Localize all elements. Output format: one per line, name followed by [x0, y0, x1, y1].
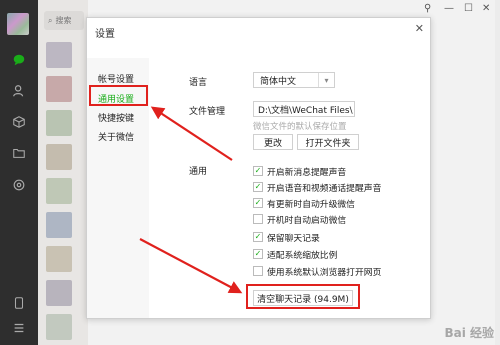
watermark: Bai 经验 — [444, 326, 494, 340]
chat-item[interactable] — [46, 280, 72, 306]
option-auto-update[interactable]: ✓ 有更新时自动升级微信 — [253, 197, 355, 210]
option-launch-at-startup[interactable]: 开机时自动启动微信 — [253, 213, 346, 226]
option-call-sound[interactable]: ✓ 开启语音和视频通话提醒声音 — [253, 181, 381, 194]
chat-item[interactable] — [46, 178, 72, 204]
pin-icon[interactable]: ⚲ — [424, 3, 431, 14]
checkbox-unchecked-icon[interactable] — [253, 214, 263, 224]
favorites-cube-icon[interactable] — [11, 114, 27, 130]
chat-item[interactable] — [46, 246, 72, 272]
general-label: 通用 — [189, 167, 208, 177]
language-value: 简体中文 — [260, 76, 297, 87]
highlight-clear-history — [246, 284, 360, 309]
option-new-message-sound[interactable]: ✓ 开启新消息提醒声音 — [253, 165, 346, 178]
nav-shortcut-keys[interactable]: 快捷按键 — [98, 111, 134, 124]
minimize-button[interactable]: — — [444, 3, 454, 14]
sidebar-rail — [0, 0, 38, 345]
checkbox-checked-icon[interactable]: ✓ — [253, 198, 263, 208]
search-icon: ⌕ — [48, 15, 53, 25]
dialog-title: 设置 — [95, 29, 115, 40]
chat-item[interactable] — [46, 212, 72, 238]
language-label: 语言 — [189, 78, 208, 88]
checkbox-unchecked-icon[interactable] — [253, 266, 263, 276]
chat-item[interactable] — [46, 144, 72, 170]
chat-icon[interactable] — [11, 52, 27, 68]
chat-item[interactable] — [46, 314, 72, 340]
change-button[interactable]: 更改 — [253, 134, 293, 150]
search-input[interactable]: ⌕ 搜索 — [44, 11, 84, 30]
chevron-down-icon: ▾ — [318, 73, 334, 87]
file-path-field: D:\文档\WeChat Files\ — [253, 101, 355, 117]
window-scrollbar[interactable] — [495, 0, 500, 345]
language-select[interactable]: 简体中文 ▾ — [253, 72, 335, 88]
moments-icon[interactable] — [11, 177, 27, 193]
option-keep-chat-history[interactable]: ✓ 保留聊天记录 — [253, 231, 320, 244]
nav-account-settings[interactable]: 帐号设置 — [98, 72, 134, 85]
option-default-browser[interactable]: 使用系统默认浏览器打开网页 — [253, 265, 381, 278]
file-path-hint: 微信文件的默认保存位置 — [253, 122, 347, 132]
chat-item[interactable] — [46, 42, 72, 68]
chat-item[interactable] — [46, 76, 72, 102]
file-management-label: 文件管理 — [189, 107, 226, 117]
option-system-scaling[interactable]: ✓ 适配系统缩放比例 — [253, 248, 337, 261]
window-close-button[interactable]: ✕ — [482, 3, 490, 14]
chat-item[interactable] — [46, 110, 72, 136]
contacts-icon[interactable] — [11, 83, 27, 99]
avatar[interactable] — [7, 13, 29, 35]
checkbox-checked-icon[interactable]: ✓ — [253, 232, 263, 242]
highlight-general-settings — [89, 85, 148, 106]
dialog-close-button[interactable]: ✕ — [415, 22, 424, 35]
folder-icon[interactable] — [11, 145, 27, 161]
checkbox-checked-icon[interactable]: ✓ — [253, 166, 263, 176]
checkbox-checked-icon[interactable]: ✓ — [253, 182, 263, 192]
maximize-button[interactable]: ☐ — [464, 3, 473, 14]
checkbox-checked-icon[interactable]: ✓ — [253, 249, 263, 259]
nav-about-wechat[interactable]: 关于微信 — [98, 130, 134, 143]
menu-icon[interactable] — [11, 320, 27, 336]
open-folder-button[interactable]: 打开文件夹 — [297, 134, 359, 150]
phone-icon[interactable] — [11, 295, 27, 311]
